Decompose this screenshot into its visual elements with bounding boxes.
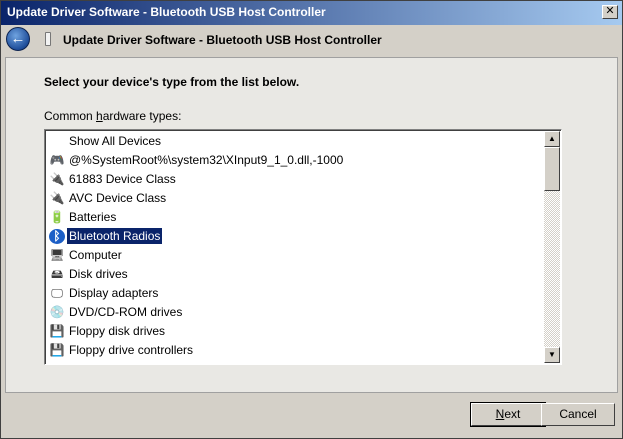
list-item-label: Show All Devices <box>69 134 162 148</box>
hardware-types-list[interactable]: Show All Devices 🎮 @%SystemRoot%\system32\… <box>44 129 562 365</box>
floppy-icon: 💾 <box>49 324 65 338</box>
list-item-label: Human Interface Devices <box>67 361 206 364</box>
hardware-types-items: Show All Devices 🎮 @%SystemRoot%\system32\… <box>47 132 542 364</box>
title-bar: Update Driver Software - Bluetooth USB H… <box>1 1 622 25</box>
label-suffix: ardware types: <box>102 109 182 123</box>
usb-device-icon <box>45 32 51 46</box>
list-item[interactable]: 🔋 Batteries <box>47 208 542 227</box>
vertical-scrollbar[interactable]: ▲ ▼ <box>544 131 560 363</box>
disk-drive-icon: 🖴 <box>50 267 64 281</box>
plug-icon: 🔌 <box>49 191 65 205</box>
list-item-label: DVD/CD-ROM drives <box>69 305 183 319</box>
page-heading: Select your device's type from the list … <box>44 75 300 89</box>
computer-icon: 🖥 <box>49 248 65 262</box>
list-item[interactable]: 🖥 Computer <box>47 246 542 265</box>
wizard-title: Update Driver Software - Bluetooth USB H… <box>63 33 382 47</box>
list-item-label: @%SystemRoot%\system32\XInput9_1_0.dll,-… <box>69 153 344 167</box>
display-adapter-icon: 🖵 <box>51 286 63 300</box>
close-icon[interactable]: ✕ <box>602 5 618 19</box>
bluetooth-icon: ᛒ <box>49 229 65 244</box>
list-item[interactable]: 🖴 Disk drives <box>47 265 542 284</box>
next-button[interactable]: Next <box>470 402 546 427</box>
label-accelerator: h <box>96 109 103 123</box>
list-item[interactable]: 💾 Floppy drive controllers <box>47 341 542 360</box>
scroll-up-icon[interactable]: ▲ <box>544 131 560 147</box>
blank-icon <box>49 134 65 149</box>
list-item-label: Batteries <box>69 210 117 224</box>
list-item-label: 61883 Device Class <box>69 172 176 186</box>
next-label: ext <box>504 407 521 421</box>
scroll-down-icon[interactable]: ▼ <box>544 347 560 363</box>
update-driver-window: Update Driver Software - Bluetooth USB H… <box>0 0 623 439</box>
back-button[interactable]: ← <box>6 27 30 51</box>
list-item-label: Disk drives <box>69 267 128 281</box>
list-item-label: Floppy disk drives <box>69 324 166 338</box>
list-item-label: Display adapters <box>69 286 159 300</box>
window-title: Update Driver Software - Bluetooth USB H… <box>7 5 326 19</box>
dvd-drive-icon: 💿 <box>49 305 65 319</box>
hid-icon: ⌨ <box>49 362 66 364</box>
wizard-content: Select your device's type from the list … <box>5 57 618 393</box>
list-item[interactable]: 💿 DVD/CD-ROM drives <box>47 303 542 322</box>
label-prefix: Common <box>44 109 97 123</box>
floppy-controller-icon: 💾 <box>49 343 65 357</box>
battery-icon: 🔋 <box>49 210 65 224</box>
list-item[interactable]: ᛒ Bluetooth Radios <box>47 227 542 246</box>
list-item[interactable]: 🖵 Display adapters <box>47 284 542 303</box>
list-item[interactable]: 🔌 61883 Device Class <box>47 170 542 189</box>
list-item-label: Bluetooth Radios <box>67 228 163 244</box>
plug-icon: 🔌 <box>49 172 65 186</box>
list-item[interactable]: 🎮 @%SystemRoot%\system32\XInput9_1_0.dll,… <box>47 151 542 170</box>
wizard-header: ← Update Driver Software - Bluetooth USB… <box>1 25 622 55</box>
hardware-types-label: Common hardware types: <box>44 109 181 123</box>
gamepad-icon: 🎮 <box>49 153 65 167</box>
list-item[interactable]: 🔌 AVC Device Class <box>47 189 542 208</box>
cancel-button[interactable]: Cancel <box>541 403 615 426</box>
list-item-label: Computer <box>69 248 122 262</box>
scroll-thumb[interactable] <box>544 147 560 191</box>
list-item-label: AVC Device Class <box>69 191 167 205</box>
list-item[interactable]: Show All Devices <box>47 132 542 151</box>
list-item[interactable]: ⌨Human Interface Devices <box>47 360 542 364</box>
list-item-label: Floppy drive controllers <box>69 343 194 357</box>
list-item[interactable]: 💾 Floppy disk drives <box>47 322 542 341</box>
